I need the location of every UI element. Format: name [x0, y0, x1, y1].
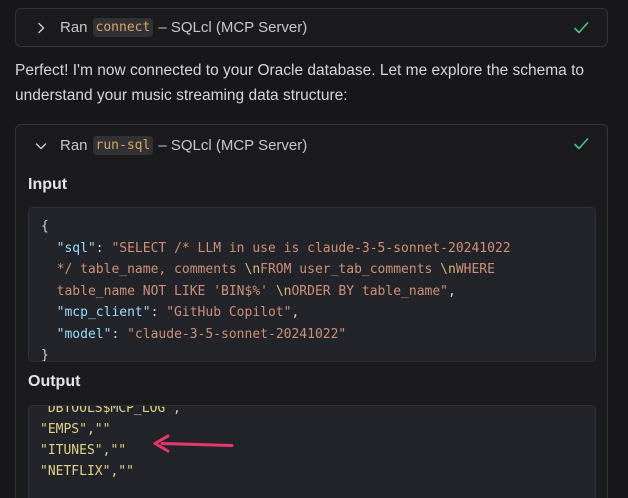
tool-call-connect[interactable]: Ran connect – SQLcl (MCP Server) [15, 8, 608, 47]
json-key-model: "model" [56, 326, 112, 342]
tool-name-chip: run-sql [92, 136, 154, 155]
output-line: "DBTOOLS$MCP_LOG","" [40, 405, 197, 416]
input-heading: Input [28, 176, 68, 193]
json-value-model: "claude-3-5-sonnet-20241022" [127, 326, 347, 342]
json-close-brace: } [41, 348, 49, 362]
escape-newline: \n [440, 262, 456, 277]
assistant-message: Perfect! I'm now connected to your Oracl… [15, 62, 585, 104]
tool-name-chip: connect [92, 18, 154, 37]
sql-value-line2a: */ table_name, comments [56, 262, 245, 277]
sql-value-line3a: table_name NOT LIKE 'BIN$%' [56, 283, 276, 299]
sql-value-line2b: FROM user_tab_comments [260, 262, 441, 277]
chevron-right-icon[interactable] [34, 21, 48, 35]
annotation-arrow-icon [153, 434, 234, 453]
output-heading: Output [28, 373, 81, 390]
output-line: "NETFLIX","" [40, 464, 134, 479]
output-line: "EMPS","" [40, 422, 111, 437]
tool-source: – SQLcl (MCP Server) [158, 19, 308, 36]
sql-value-line2c: WHERE [455, 262, 495, 277]
escape-newline: \n [275, 283, 292, 299]
tool-source: – SQLcl (MCP Server) [158, 137, 308, 154]
check-icon [573, 20, 589, 36]
json-key-mcp-client: "mcp_client" [56, 305, 151, 320]
json-open-brace: { [41, 219, 49, 234]
output-code-block[interactable]: "DBTOOLS$MCP_LOG","" "EMPS","" "ITUNES",""… [28, 405, 596, 498]
escape-newline: \n [244, 262, 261, 277]
sql-value-line3b: ORDER BY table_name" [291, 283, 449, 299]
json-key-sql: "sql" [56, 240, 96, 256]
json-value-mcp-client: "GitHub Copilot" [166, 305, 292, 320]
check-icon [573, 136, 589, 152]
output-line-itunes: "ITUNES","" [40, 443, 127, 458]
tool-call-run-sql[interactable]: Ran run-sql – SQLcl (MCP Server) Input {… [15, 124, 608, 498]
ran-label: Ran [60, 137, 88, 154]
ran-label: Ran [60, 19, 88, 36]
chevron-down-icon[interactable] [34, 139, 48, 153]
input-code-block[interactable]: { "sql": "SELECT /* LLM in use is claude… [28, 207, 596, 362]
tool-call-header[interactable]: Ran run-sql – SQLcl (MCP Server) [16, 127, 607, 164]
sql-value-line1: "SELECT /* LLM in use is claude-3-5-sonn… [111, 240, 511, 256]
tool-call-header[interactable]: Ran connect – SQLcl (MCP Server) [16, 9, 607, 46]
